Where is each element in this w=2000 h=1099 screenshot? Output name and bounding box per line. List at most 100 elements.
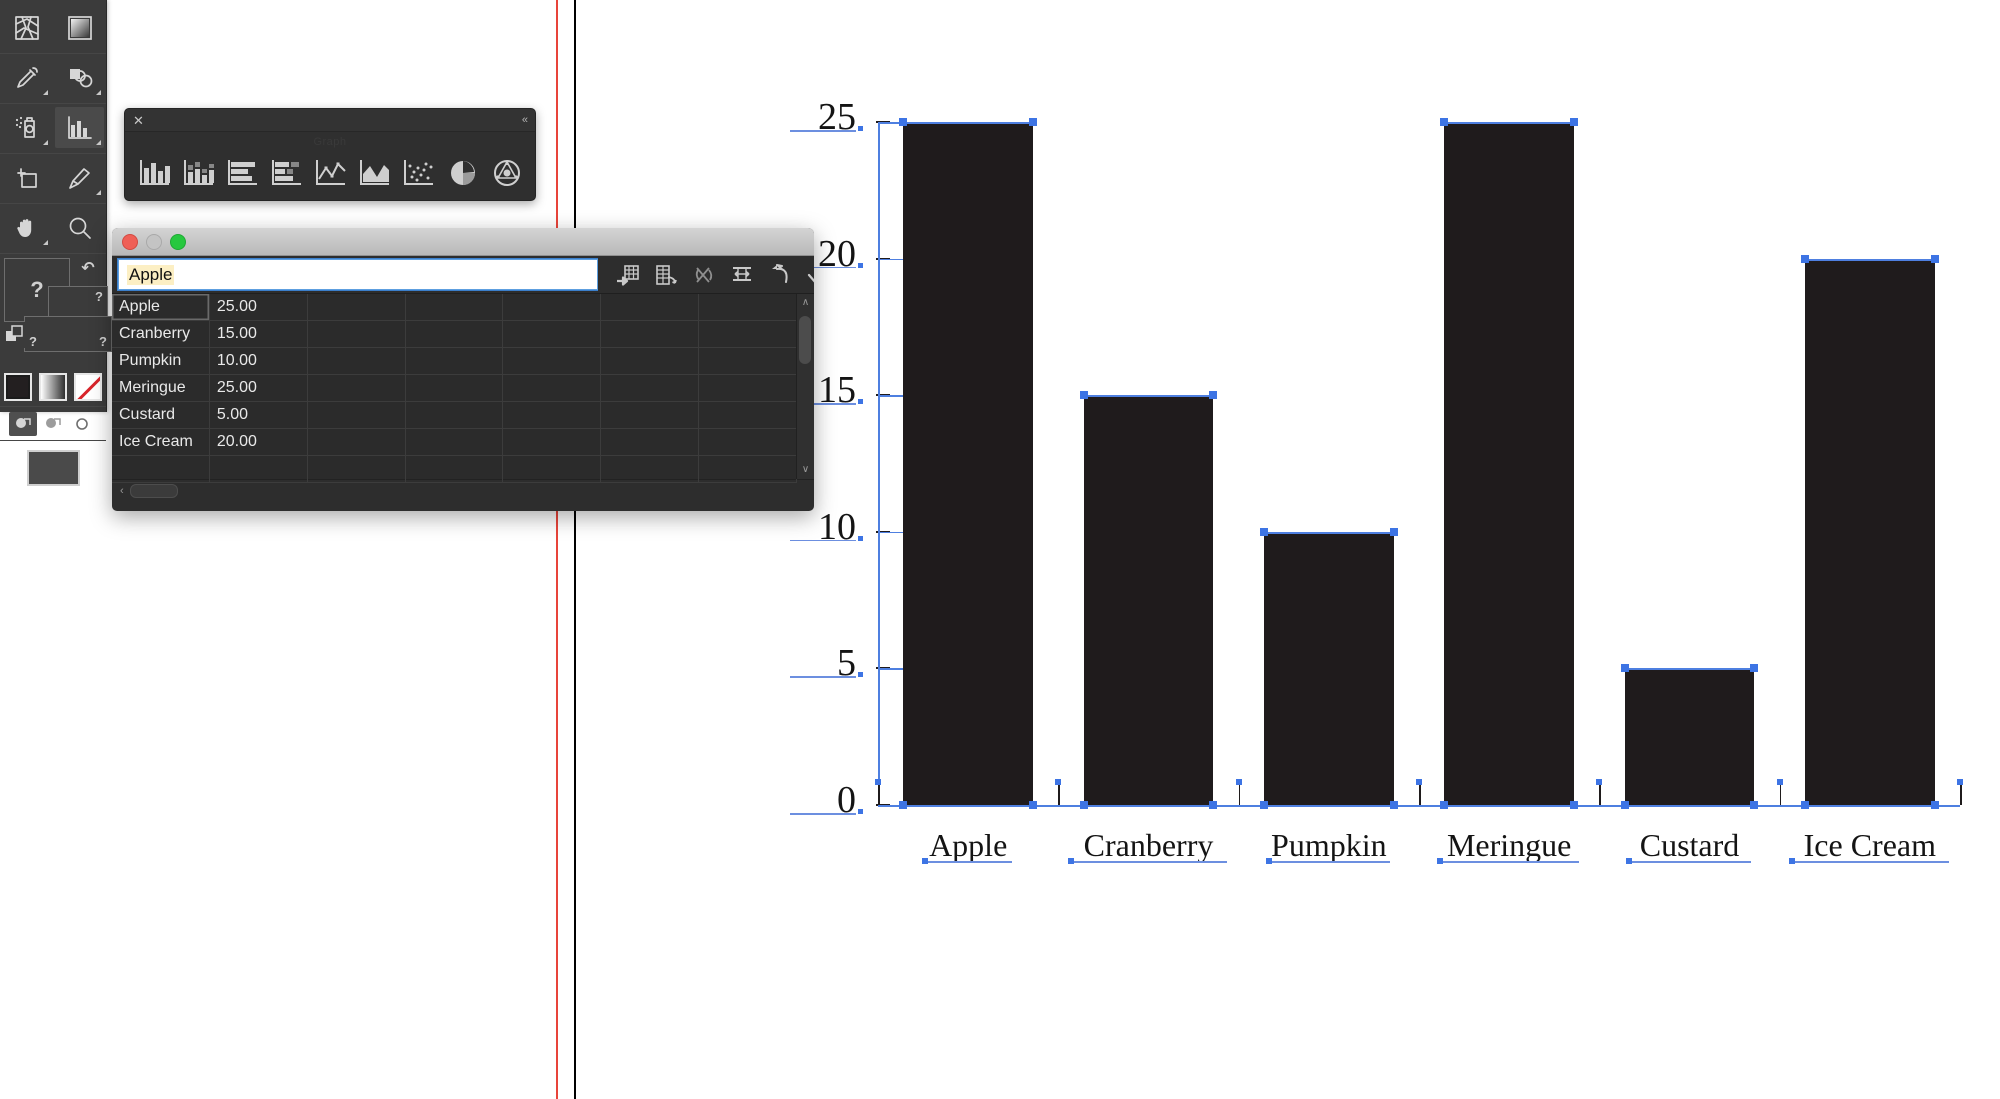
data-cell-empty[interactable] [699, 375, 798, 401]
data-cell-empty[interactable] [503, 402, 602, 428]
cell-style-button[interactable] [726, 261, 758, 289]
y-axis-line[interactable] [878, 122, 880, 805]
table-row[interactable]: Apple 25.00 [112, 294, 798, 321]
data-cell-empty[interactable] [601, 348, 700, 374]
screen-mode-button[interactable] [0, 441, 106, 496]
data-cell-empty[interactable] [308, 294, 406, 320]
data-cell-value[interactable]: 25.00 [210, 294, 308, 320]
selection-anchor[interactable] [1957, 779, 1963, 785]
table-row[interactable]: Custard 5.00 [112, 402, 798, 429]
data-cell-label[interactable]: Apple [112, 294, 210, 320]
selection-anchor[interactable] [1416, 779, 1422, 785]
import-data-button[interactable] [612, 261, 644, 289]
data-cell-empty[interactable] [308, 321, 406, 347]
data-cell-empty[interactable] [699, 402, 798, 428]
minimize-window-button[interactable] [146, 233, 162, 250]
data-cell-empty[interactable] [308, 348, 406, 374]
data-window-titlebar[interactable] [112, 228, 814, 256]
artboard-tool[interactable] [2, 157, 51, 198]
data-cell-label[interactable]: Custard [112, 402, 210, 428]
draw-mode-group[interactable] [0, 407, 106, 441]
symbol-sprayer-tool[interactable] [2, 107, 51, 148]
scroll-up-icon[interactable]: ∧ [802, 294, 809, 312]
chart-bar[interactable] [903, 122, 1034, 805]
chart-bar[interactable] [1624, 668, 1755, 805]
vertical-scrollbar[interactable]: ∧ ∨ [796, 294, 814, 479]
data-cell-empty[interactable] [601, 375, 700, 401]
selection-anchor[interactable] [1776, 779, 1783, 785]
area-graph-type[interactable] [353, 153, 397, 193]
document-canvas[interactable]: 0 5 10 15 20 25 Apple Cranberry Pumpkin Meringue C… [0, 0, 2000, 1099]
fill-swatch[interactable] [4, 373, 32, 401]
data-cell-label[interactable]: Ice Cream [112, 429, 210, 455]
draw-behind-mode[interactable] [39, 412, 67, 436]
stacked-column-graph-type[interactable] [177, 153, 221, 193]
data-cell-empty[interactable] [503, 321, 602, 347]
selection-anchor[interactable] [858, 535, 863, 541]
selection-anchor[interactable] [1389, 527, 1398, 536]
data-cell-empty[interactable] [308, 456, 406, 482]
selection-anchor[interactable] [858, 399, 863, 405]
draw-normal-mode[interactable] [9, 412, 37, 436]
chart-bar[interactable] [1804, 258, 1935, 805]
data-cell-empty[interactable] [699, 429, 798, 455]
selection-anchor[interactable] [1620, 801, 1629, 809]
mesh-tool[interactable] [2, 7, 51, 48]
selection-anchor[interactable] [1930, 801, 1939, 809]
data-cell-empty[interactable] [503, 456, 602, 482]
data-cell-label[interactable]: Pumpkin [112, 348, 210, 374]
x-axis-line[interactable] [878, 805, 1960, 807]
selection-anchor[interactable] [899, 801, 908, 809]
data-cell-empty[interactable] [601, 429, 700, 455]
data-window-toolbar[interactable] [598, 256, 814, 293]
data-grid-area[interactable]: Apple 25.00 Cranberry 15.00 Pumpkin 10.00 Meri… [112, 293, 814, 483]
data-cell-empty[interactable] [406, 429, 504, 455]
horizontal-scroll-thumb[interactable] [129, 484, 178, 498]
data-cell-value[interactable]: 5.00 [210, 402, 308, 428]
eyedropper-tool[interactable] [2, 57, 51, 98]
selection-anchor[interactable] [1570, 801, 1579, 809]
selection-anchor[interactable] [1930, 254, 1939, 263]
data-cell-empty[interactable] [406, 375, 504, 401]
table-row[interactable]: Ice Cream 20.00 [112, 429, 798, 456]
chart-bar[interactable] [1083, 395, 1214, 805]
none-swatch[interactable] [74, 373, 102, 401]
data-cell-empty[interactable] [406, 348, 504, 374]
selection-anchor[interactable] [1079, 391, 1088, 400]
chart-bar[interactable] [1263, 531, 1394, 805]
cell-entry-field[interactable]: Apple [117, 258, 599, 291]
vertical-scroll-thumb[interactable] [799, 316, 811, 364]
table-row[interactable]: Cranberry 15.00 [112, 321, 798, 348]
data-cell-empty[interactable] [699, 456, 798, 482]
selection-anchor[interactable] [1800, 801, 1809, 809]
selection-anchor[interactable] [858, 262, 863, 268]
selection-anchor[interactable] [1596, 779, 1603, 785]
data-cell-label[interactable]: Meringue [112, 375, 210, 401]
data-cell-empty[interactable] [503, 429, 602, 455]
selection-anchor[interactable] [1800, 254, 1809, 263]
selection-anchor[interactable] [1389, 801, 1398, 809]
selection-anchor[interactable] [1570, 118, 1579, 126]
data-grid[interactable]: Apple 25.00 Cranberry 15.00 Pumpkin 10.00 Meri… [112, 294, 798, 483]
data-cell-empty[interactable] [406, 456, 504, 482]
apply-button[interactable] [802, 261, 814, 289]
selection-anchor[interactable] [1055, 779, 1062, 785]
selection-anchor[interactable] [1259, 527, 1268, 536]
selection-anchor[interactable] [1235, 779, 1242, 785]
graph-type-panel[interactable]: ✕ « Graph [124, 108, 536, 201]
selection-anchor[interactable] [858, 672, 863, 678]
data-cell-empty[interactable] [601, 402, 700, 428]
vertical-scroll-track[interactable] [797, 312, 814, 461]
draw-inside-mode[interactable] [69, 412, 97, 436]
zoom-window-button[interactable] [170, 233, 186, 250]
data-cell-value[interactable]: 25.00 [210, 375, 308, 401]
slice-tool[interactable] [55, 157, 104, 198]
hand-tool[interactable] [2, 207, 51, 248]
scroll-down-icon[interactable]: ∨ [802, 461, 809, 479]
data-cell-empty[interactable] [210, 456, 308, 482]
column-graph-type[interactable] [133, 153, 177, 193]
data-cell-empty[interactable] [406, 294, 504, 320]
pie-graph-type[interactable] [441, 153, 485, 193]
revert-button[interactable] [764, 261, 796, 289]
data-cell-empty[interactable] [308, 402, 406, 428]
